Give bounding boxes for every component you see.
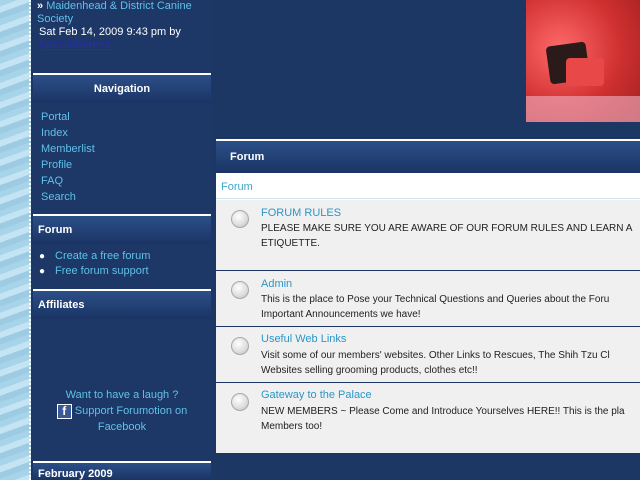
- latest-post-date: Sat Feb 14, 2009 9:43 pm by: [39, 26, 181, 38]
- main-forum-header: Forum: [216, 139, 640, 173]
- nav-link-search[interactable]: Search: [41, 189, 95, 205]
- nav-link-index[interactable]: Index: [41, 125, 95, 141]
- create-free-forum-link[interactable]: Create a free forum: [55, 249, 150, 264]
- forum-title-link[interactable]: FORUM RULES: [261, 207, 341, 219]
- forum-row: FORUM RULES PLEASE MAKE SURE YOU ARE AWA…: [216, 200, 640, 271]
- forum-description: Members too!: [261, 421, 323, 432]
- navigation-header: Navigation: [33, 73, 211, 103]
- photo-object: [526, 96, 640, 122]
- facebook-promo-line2[interactable]: Support Forumotion on: [75, 405, 188, 417]
- calendar-header: February 2009: [33, 461, 211, 480]
- forum-row: Admin This is the place to Pose your Tec…: [216, 271, 640, 327]
- left-decorative-stripe: [0, 0, 31, 480]
- forum-description: NEW MEMBERS ~ Please Come and Introduce …: [261, 406, 625, 417]
- nav-link-memberlist[interactable]: Memberlist: [41, 141, 95, 157]
- forum-block-links: ● Create a free forum ● Free forum support: [39, 249, 150, 279]
- forum-description: ETIQUETTE.: [261, 238, 320, 249]
- forum-title-link[interactable]: Useful Web Links: [261, 333, 346, 345]
- forum-description: This is the place to Pose your Technical…: [261, 294, 610, 305]
- latest-post-author-link[interactable]: SpecialSerene: [37, 39, 207, 52]
- forum-row: Useful Web Links Visit some of our membe…: [216, 327, 640, 383]
- category-title[interactable]: Forum: [221, 181, 253, 193]
- forum-status-icon: [231, 281, 249, 299]
- facebook-icon[interactable]: f: [56, 403, 72, 419]
- sidebar: » Maidenhead & District Canine Society S…: [33, 0, 211, 480]
- forum-description: Websites selling grooming products, clot…: [261, 365, 478, 376]
- forum-list: Forum FORUM RULES PLEASE MAKE SURE YOU A…: [216, 173, 640, 453]
- forum-row: Gateway to the Palace NEW MEMBERS ~ Plea…: [216, 383, 640, 453]
- facebook-promo: Want to have a laugh ? f Support Forumot…: [33, 387, 211, 435]
- header-photo: [526, 0, 640, 122]
- latest-post-topic-link[interactable]: Maidenhead & District Canine: [46, 0, 192, 12]
- latest-post-topic-link-line2[interactable]: Society: [37, 13, 73, 25]
- nav-link-portal[interactable]: Portal: [41, 109, 95, 125]
- bullet-dot: ●: [39, 251, 46, 262]
- forum-status-icon: [231, 393, 249, 411]
- forum-description: Important Announcements we have!: [261, 309, 421, 320]
- bullet: »: [37, 0, 44, 12]
- forum-status-icon: [231, 210, 249, 228]
- forum-description: Visit some of our members' websites. Oth…: [261, 350, 610, 361]
- forum-block-header: Forum: [33, 214, 211, 244]
- affiliates-header: Affiliates: [33, 289, 211, 319]
- facebook-promo-line1[interactable]: Want to have a laugh ?: [33, 387, 211, 403]
- navigation-links: Portal Index Memberlist Profile FAQ Sear…: [41, 109, 95, 205]
- forum-title-link[interactable]: Admin: [261, 278, 292, 290]
- photo-object: [566, 58, 604, 86]
- facebook-promo-line3[interactable]: Facebook: [33, 419, 211, 435]
- nav-link-profile[interactable]: Profile: [41, 157, 95, 173]
- forum-title-link[interactable]: Gateway to the Palace: [261, 389, 372, 401]
- forum-status-icon: [231, 337, 249, 355]
- category-divider: [216, 198, 640, 199]
- forum-description: PLEASE MAKE SURE YOU ARE AWARE OF OUR FO…: [261, 223, 633, 234]
- latest-post: » Maidenhead & District Canine Society S…: [33, 0, 211, 52]
- bullet-dot: ●: [39, 266, 46, 277]
- nav-link-faq[interactable]: FAQ: [41, 173, 95, 189]
- calendar-month: February 2009: [38, 468, 113, 480]
- free-forum-support-link[interactable]: Free forum support: [55, 264, 149, 279]
